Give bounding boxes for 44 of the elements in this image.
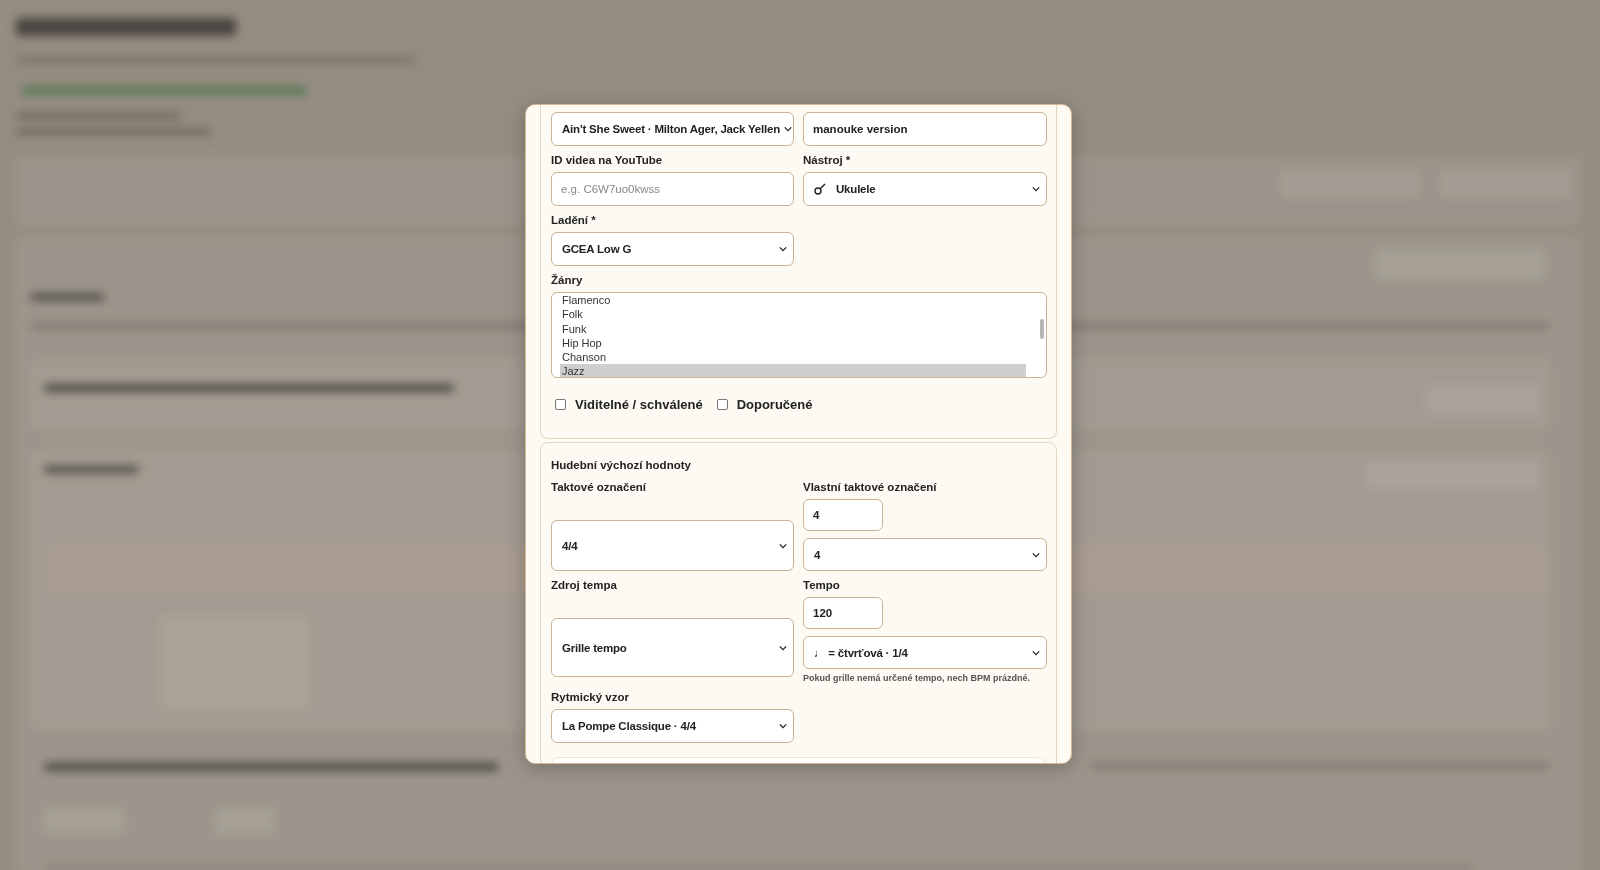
list-option[interactable]: Funk xyxy=(560,321,1026,336)
field-label: Taktové označení xyxy=(551,481,647,494)
field-label: Rytmický vzor xyxy=(551,691,630,704)
ukulele-icon xyxy=(814,183,826,195)
field-label: Nástroj * xyxy=(803,154,852,167)
select-field[interactable]: ♩ = čtvrťová · 1/4 xyxy=(803,636,1047,669)
section-title: Hudební výchozí hodnoty xyxy=(551,459,692,471)
checkbox[interactable] xyxy=(716,399,728,410)
list-option[interactable]: Folk xyxy=(560,307,1026,322)
chevron-icon xyxy=(779,644,787,651)
field-label: ID videa na YouTube xyxy=(551,154,664,167)
field-label: Tempo xyxy=(803,579,841,592)
chevron-icon xyxy=(1032,551,1040,558)
field-label: Žánry xyxy=(551,274,584,287)
select-field[interactable]: 4/4 xyxy=(551,520,794,571)
list-option[interactable]: Hip Hop xyxy=(560,335,1026,351)
select-field[interactable]: La Pompe Classique · 4/4 xyxy=(551,709,794,743)
select-field[interactable]: Ain't She Sweet · Milton Ager, Jack Yellen xyxy=(551,112,794,146)
field-label: Zdroj tempa xyxy=(551,579,618,592)
select-field[interactable]: Grille tempo xyxy=(551,618,794,677)
checkbox-label: Doporučené xyxy=(736,397,813,412)
select-field[interactable]: Ukulele xyxy=(803,172,1047,206)
input-field[interactable]: 4 xyxy=(803,499,883,531)
input-field[interactable]: 120 xyxy=(803,597,883,629)
chevron-icon xyxy=(779,246,787,252)
checkbox-label: Viditelné / schválené xyxy=(575,397,703,412)
input-field[interactable]: e.g. C6W7uo0kwss xyxy=(551,172,794,206)
chevron-icon xyxy=(784,126,792,132)
list-option[interactable]: Chanson xyxy=(560,350,1026,365)
chevron-icon xyxy=(779,723,787,729)
chevron-icon xyxy=(1032,649,1040,656)
hint-text: Pokud grille nemá určené tempo, nech BPM prázdné. xyxy=(803,673,1032,683)
list-option[interactable]: Flamenco xyxy=(560,293,1026,308)
field-label: Vlastní taktové označení xyxy=(803,481,938,494)
checkbox[interactable] xyxy=(555,399,566,410)
list-option[interactable]: Jazz xyxy=(560,364,1026,377)
chevron-icon xyxy=(1032,186,1040,192)
select-field[interactable]: 4 xyxy=(803,538,1047,571)
scrollbar[interactable] xyxy=(1040,319,1044,339)
list-box[interactable]: Flamenco Folk Funk Hip Hop Chanson Jazz xyxy=(551,292,1047,378)
select-field[interactable]: GCEA Low G xyxy=(551,232,794,266)
field-label: Ladění * xyxy=(551,214,597,227)
chevron-icon xyxy=(779,542,787,549)
input-field[interactable]: manouke version xyxy=(803,112,1047,146)
